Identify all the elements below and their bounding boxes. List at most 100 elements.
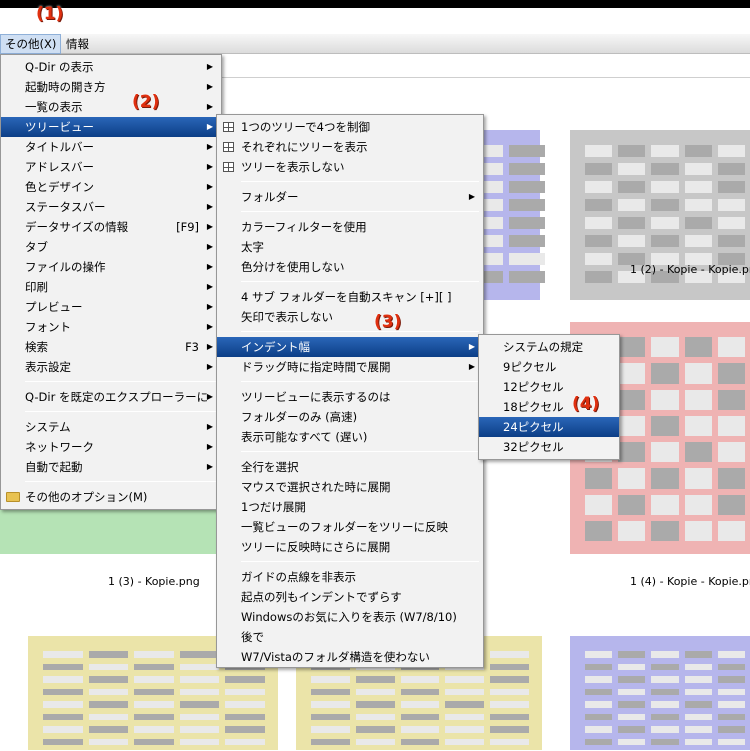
menu-item-label: ファイルの操作 xyxy=(25,260,106,274)
menu2-item-19[interactable]: ガイドの点線を非表示 xyxy=(217,567,483,587)
menu-item-label: システム xyxy=(25,420,71,434)
menu2-item-13[interactable]: 表示可能なすべて (遅い) xyxy=(217,427,483,447)
menu1-item-0[interactable]: Q-Dir の表示 ▶ xyxy=(1,57,221,77)
image-cell xyxy=(717,199,745,211)
image-cell xyxy=(651,415,679,436)
submenu-arrow-icon: ▶ xyxy=(206,422,213,431)
image-cell xyxy=(88,688,129,695)
image-cell xyxy=(651,726,679,733)
menu2-item-17[interactable]: 一覧ビューのフォルダーをツリーに反映 xyxy=(217,517,483,537)
address-bar[interactable] xyxy=(220,56,750,78)
image-cell xyxy=(509,217,545,229)
menu1-item-10[interactable]: ファイルの操作 ▶ xyxy=(1,257,221,277)
menu1-item-9[interactable]: タブ ▶ xyxy=(1,237,221,257)
menu1-item-19[interactable]: 自動で起動 ▶ xyxy=(1,457,221,477)
image-cell xyxy=(651,181,679,193)
image-cell xyxy=(43,663,83,670)
menu2-item-4[interactable]: カラーフィルターを使用 xyxy=(217,217,483,237)
menu1-item-5[interactable]: アドレスバー ▶ xyxy=(1,157,221,177)
menu1-item-18[interactable]: ネットワーク ▶ xyxy=(1,437,221,457)
image-cell xyxy=(585,738,613,745)
menu1-item-7[interactable]: ステータスバー ▶ xyxy=(1,197,221,217)
menu2-item-5[interactable]: 太字 xyxy=(217,237,483,257)
file-name: 1 (2) - Kopie - Kopie.pn xyxy=(630,263,750,276)
menu1-item-1[interactable]: 起動時の開き方 ▶ xyxy=(1,77,221,97)
image-cell xyxy=(88,701,129,708)
image-cell xyxy=(585,676,613,683)
menu-item-label: 矢印で表示しない xyxy=(241,310,333,324)
menu1-item-12[interactable]: プレビュー ▶ xyxy=(1,297,221,317)
image-cell xyxy=(490,676,529,683)
menu1-item-11[interactable]: 印刷 ▶ xyxy=(1,277,221,297)
submenu-arrow-icon: ▶ xyxy=(468,362,475,371)
menu2-item-12[interactable]: フォルダーのみ (高速) xyxy=(217,407,483,427)
menu3-item-5[interactable]: 32ピクセル xyxy=(479,437,619,457)
menu1-item-8[interactable]: データサイズの情報 [F9] ▶ xyxy=(1,217,221,237)
menu-info[interactable]: 情報 xyxy=(62,34,93,54)
menu2-item-14[interactable]: 全行を選択 xyxy=(217,457,483,477)
menu2-item-22[interactable]: 後で xyxy=(217,627,483,647)
image-cell xyxy=(134,651,174,658)
image-cell xyxy=(585,701,613,708)
menu1-item-2[interactable]: 一覧の表示 ▶ xyxy=(1,97,221,117)
menu3-item-1[interactable]: 9ピクセル xyxy=(479,357,619,377)
menu2-item-3[interactable]: フォルダー ▶ xyxy=(217,187,483,207)
image-cell xyxy=(355,688,395,695)
image-cell xyxy=(651,494,679,515)
menu1-item-3[interactable]: ツリービュー ▶ xyxy=(1,117,221,137)
menu1-item-17[interactable]: システム ▶ xyxy=(1,417,221,437)
menu2-item-7[interactable]: 4 サブ フォルダーを自動スキャン [+][ ] xyxy=(217,287,483,307)
menu2-item-20[interactable]: 起点の列もインデントでずらす xyxy=(217,587,483,607)
image-cell xyxy=(585,651,613,658)
image-cell xyxy=(445,676,485,683)
menu1-item-14[interactable]: 検索 F3 ▶ xyxy=(1,337,221,357)
menu2-item-21[interactable]: Windowsのお気に入りを表示 (W7/8/10) xyxy=(217,607,483,627)
image-cell xyxy=(717,520,745,541)
menu-item-label: その他のオプション(M) xyxy=(25,490,148,504)
menu1-item-4[interactable]: タイトルバー ▶ xyxy=(1,137,221,157)
menu1-item-15[interactable]: 表示設定 ▶ xyxy=(1,357,221,377)
menu2-item-15[interactable]: マウスで選択された時に展開 xyxy=(217,477,483,497)
menu1-item-20[interactable]: その他のオプション(M) xyxy=(1,487,221,507)
submenu-arrow-icon: ▶ xyxy=(206,302,213,311)
image-cell xyxy=(717,442,745,463)
menu2-item-11[interactable]: ツリービューに表示するのは xyxy=(217,387,483,407)
menu1-item-16[interactable]: Q-Dir を既定のエクスプローラーに ▶ xyxy=(1,387,221,407)
menu2-item-16[interactable]: 1つだけ展開 xyxy=(217,497,483,517)
menu-item-label: 色分けを使用しない xyxy=(241,260,345,274)
menu2-item-6[interactable]: 色分けを使用しない xyxy=(217,257,483,277)
menu-item-label: 起動時の開き方 xyxy=(25,80,106,94)
image-cell xyxy=(134,663,174,670)
image-cell xyxy=(509,253,545,265)
image-cell xyxy=(400,688,440,695)
image-cell xyxy=(311,701,350,708)
image-cell xyxy=(684,494,712,515)
image-cell xyxy=(684,217,712,229)
menu-other[interactable]: その他(X) xyxy=(0,34,62,54)
menu-item-label: それぞれにツリーを表示 xyxy=(241,140,368,154)
image-cell xyxy=(225,713,265,720)
menu2-item-8[interactable]: 矢印で表示しない xyxy=(217,307,483,327)
menu1-item-13[interactable]: フォント ▶ xyxy=(1,317,221,337)
menu2-item-18[interactable]: ツリーに反映時にさらに展開 xyxy=(217,537,483,557)
menu2-item-2[interactable]: ツリーを表示しない xyxy=(217,157,483,177)
menu-item-label: 18ピクセル xyxy=(503,400,564,414)
menu-item-label: 太字 xyxy=(241,240,264,254)
menu3-item-4[interactable]: 24ピクセル xyxy=(479,417,619,437)
image-cell xyxy=(585,494,613,515)
image-cell xyxy=(684,738,712,745)
image-cell xyxy=(618,363,646,384)
menu2-item-9[interactable]: インデント幅 ▶ xyxy=(217,337,483,357)
menu2-item-0[interactable]: 1つのツリーで4つを制御 xyxy=(217,117,483,137)
image-cell xyxy=(509,145,545,157)
menu2-item-1[interactable]: それぞれにツリーを表示 xyxy=(217,137,483,157)
image-cell xyxy=(651,738,679,745)
image-cell xyxy=(490,726,529,733)
thumbnail[interactable] xyxy=(570,636,750,750)
menu2-item-23[interactable]: W7/Vistaのフォルダ構造を使わない xyxy=(217,647,483,667)
image-cell xyxy=(684,676,712,683)
menu3-item-0[interactable]: システムの規定 xyxy=(479,337,619,357)
menu-item-label: 一覧の表示 xyxy=(25,100,83,114)
menu2-item-10[interactable]: ドラッグ時に指定時間で展開 ▶ xyxy=(217,357,483,377)
menu1-item-6[interactable]: 色とデザイン ▶ xyxy=(1,177,221,197)
